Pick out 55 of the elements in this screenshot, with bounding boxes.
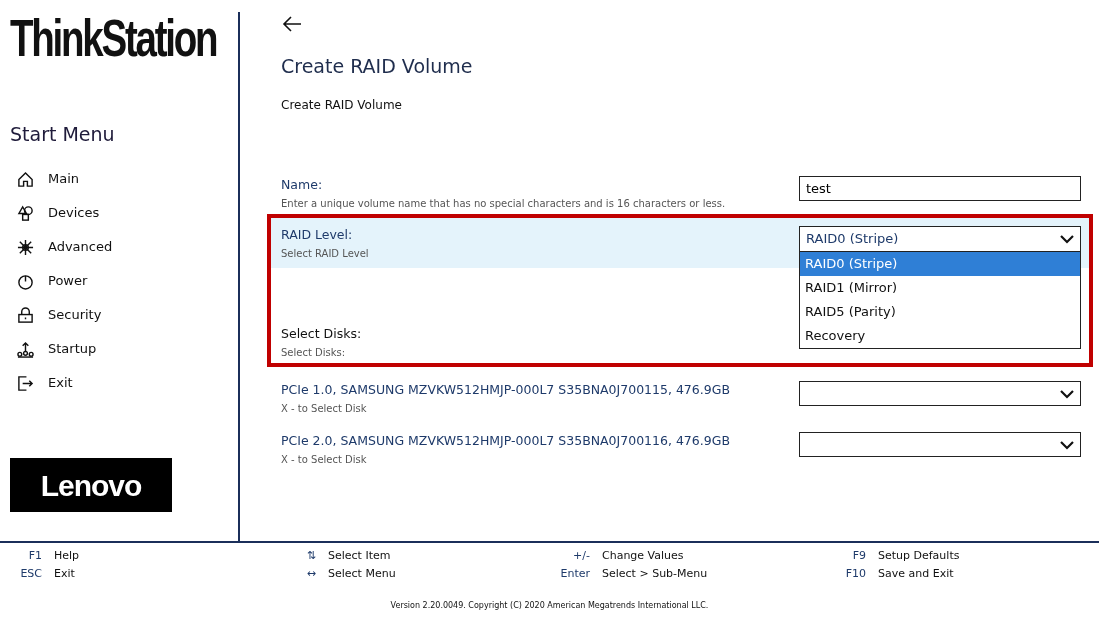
- menu-item[interactable]: Exit: [10, 366, 73, 400]
- key-action: Change Values: [601, 549, 685, 563]
- help-text: Enter a unique volume name that has no special characters and is 16 characters or less.: [281, 197, 727, 210]
- dropdown-option[interactable]: RAID0 (Stripe): [800, 252, 1080, 276]
- brand-logo: Lenovo: [10, 458, 172, 512]
- key-label: F1: [27, 549, 42, 563]
- caret-icon: [1060, 234, 1074, 244]
- back-arrow-icon[interactable]: [281, 14, 303, 34]
- key-action: Select Item: [327, 549, 392, 563]
- menu-item[interactable]: Security: [10, 298, 102, 332]
- dropdown[interactable]: [799, 381, 1081, 406]
- key-action: Save and Exit: [877, 567, 955, 581]
- help-text: Select Disks:: [281, 346, 347, 359]
- help-text: X - to Select Disk: [281, 453, 368, 466]
- caret-icon: [1060, 439, 1074, 450]
- key-action: Help: [53, 549, 81, 563]
- lock-icon: [17, 306, 34, 324]
- key-action: Setup Defaults: [877, 549, 961, 563]
- menu-item[interactable]: Devices: [10, 196, 100, 230]
- key-label: F9: [851, 549, 866, 563]
- caret-icon: [1060, 388, 1074, 399]
- key-action: Select Menu: [327, 567, 397, 581]
- field-label: RAID Level:: [281, 226, 354, 243]
- menu-item[interactable]: Startup: [10, 332, 97, 366]
- menu-item[interactable]: Main: [10, 162, 80, 196]
- menu-item[interactable]: Advanced: [10, 230, 113, 264]
- help-text: X - to Select Disk: [281, 402, 368, 415]
- field-label: Name:: [281, 176, 324, 193]
- menu-item[interactable]: Power: [10, 264, 88, 298]
- field-label: PCIe 2.0, SAMSUNG MZVKW512HMJP-000L7 S35BNA0J700116, 476.9GB: [281, 432, 731, 449]
- key-action: Select > Sub-Menu: [601, 567, 709, 581]
- snowflake-icon: [17, 238, 34, 256]
- help-text: Select RAID Level: [281, 247, 370, 260]
- arrow-up-icon: [17, 340, 34, 358]
- key-label: Enter: [559, 567, 590, 581]
- name-field[interactable]: test: [799, 176, 1081, 201]
- key-label: F10: [844, 567, 866, 581]
- logo-text: ThinkStation: [10, 12, 217, 64]
- key-action: Exit: [53, 567, 76, 581]
- power-icon: [17, 272, 34, 290]
- section-title: Create RAID Volume: [281, 97, 403, 114]
- dropdown[interactable]: RAID0 (Stripe): [799, 226, 1081, 251]
- key-label: ⇅: [305, 549, 316, 563]
- field-label: PCIe 1.0, SAMSUNG MZVKW512HMJP-000L7 S35BNA0J700115, 476.9GB: [281, 381, 731, 398]
- home-icon: [17, 170, 34, 188]
- shapes-icon: [17, 204, 34, 222]
- key-label: +/-: [572, 549, 590, 563]
- key-label: ESC: [19, 567, 42, 581]
- sidebar-title: Start Menu: [10, 122, 116, 146]
- key-label: ↔: [305, 567, 316, 581]
- version-text: Version 2.20.0049. Copyright (C) 2020 American Megatrends International LLC.: [389, 601, 710, 611]
- page-title: Create RAID Volume: [281, 54, 474, 78]
- exit-icon: [17, 374, 34, 392]
- dropdown[interactable]: [799, 432, 1081, 457]
- section-heading: Select Disks:: [281, 325, 363, 342]
